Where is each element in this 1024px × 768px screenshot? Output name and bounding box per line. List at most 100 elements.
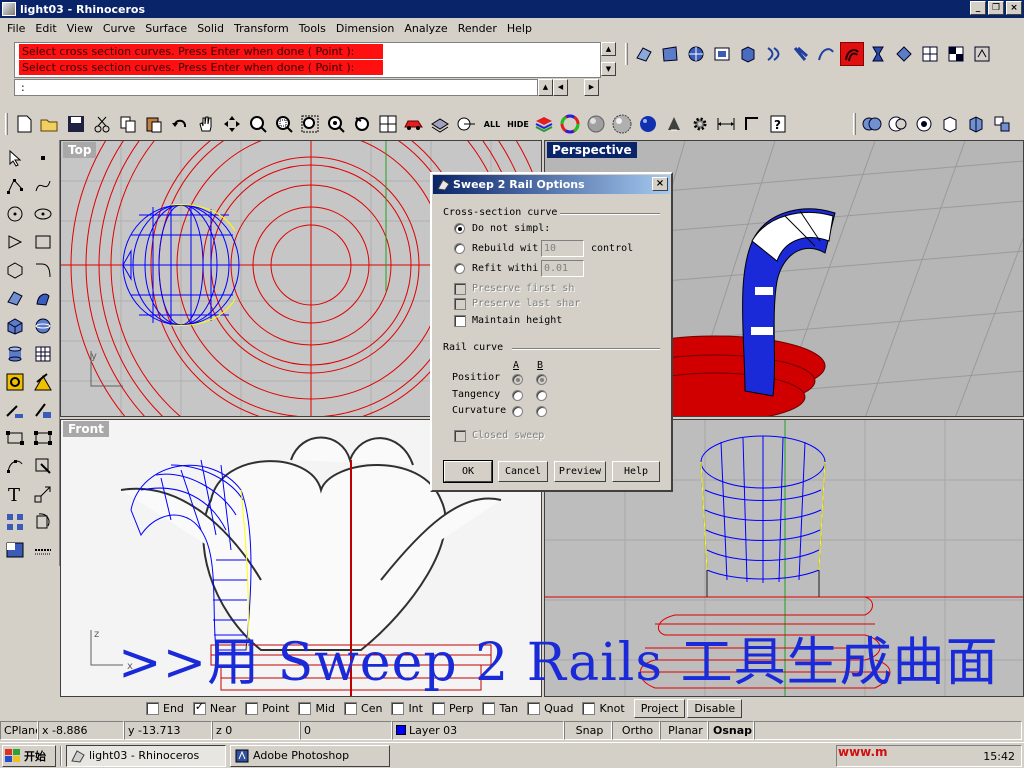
taskbar-photoshop[interactable]: Adobe Photoshop bbox=[230, 744, 390, 767]
osnap-point[interactable]: Point bbox=[245, 702, 289, 715]
osnap-cen-checkbox[interactable] bbox=[344, 702, 358, 715]
osnap-knot[interactable]: Knot bbox=[582, 702, 625, 715]
car-render-icon[interactable] bbox=[402, 112, 426, 136]
cut-icon[interactable] bbox=[90, 112, 114, 136]
curve-icon[interactable] bbox=[31, 174, 55, 198]
mesh-icon[interactable] bbox=[31, 342, 55, 366]
loft-icon[interactable] bbox=[762, 42, 786, 66]
menu-file[interactable]: File bbox=[2, 22, 30, 35]
boolean-intersection-icon[interactable] bbox=[912, 112, 936, 136]
cplane-indicator[interactable]: CPlane bbox=[0, 721, 38, 740]
save-file-icon[interactable] bbox=[64, 112, 88, 136]
menu-dimension[interactable]: Dimension bbox=[331, 22, 399, 35]
rotate-view-icon[interactable] bbox=[220, 112, 244, 136]
pan-hand-icon[interactable] bbox=[194, 112, 218, 136]
point-icon[interactable] bbox=[31, 146, 55, 170]
osnap-point-checkbox[interactable] bbox=[245, 702, 259, 715]
osnap-mid[interactable]: Mid bbox=[298, 702, 335, 715]
viewport-front-label[interactable]: Front bbox=[63, 421, 109, 437]
dialog-title-bar[interactable]: Sweep 2 Rail Options × bbox=[433, 175, 670, 194]
rectangle-icon[interactable] bbox=[31, 230, 55, 254]
restore-button[interactable]: ❐ bbox=[988, 1, 1004, 15]
rendered-sphere-icon[interactable] bbox=[610, 112, 634, 136]
spin-right-icon[interactable]: ▶ bbox=[584, 79, 599, 96]
polyline-icon[interactable] bbox=[3, 174, 27, 198]
scale-icon[interactable] bbox=[31, 482, 55, 506]
scroll-up-arrow-icon[interactable]: ▲ bbox=[601, 42, 616, 56]
menu-edit[interactable]: Edit bbox=[30, 22, 61, 35]
closed-sweep-checkbox[interactable] bbox=[454, 430, 466, 442]
revolve-icon[interactable] bbox=[788, 42, 812, 66]
paste-icon[interactable] bbox=[142, 112, 166, 136]
render-window-icon[interactable] bbox=[3, 538, 27, 562]
boolean-difference-icon[interactable] bbox=[886, 112, 910, 136]
heightfield-icon[interactable] bbox=[970, 42, 994, 66]
dotted-flyout-icon[interactable] bbox=[31, 538, 55, 562]
project-button[interactable]: Project bbox=[633, 699, 686, 718]
dialog-close-button[interactable]: × bbox=[652, 177, 668, 191]
select-arrow-icon[interactable] bbox=[3, 146, 27, 170]
points-on-icon[interactable] bbox=[3, 454, 27, 478]
start-button[interactable]: 开始 bbox=[2, 744, 56, 767]
dimension-icon[interactable] bbox=[714, 112, 738, 136]
extrude-surface-icon[interactable] bbox=[736, 42, 760, 66]
edit-points-icon[interactable] bbox=[31, 454, 55, 478]
drape-icon[interactable] bbox=[944, 42, 968, 66]
osnap-int-checkbox[interactable] bbox=[391, 702, 405, 715]
snap-point-icon[interactable] bbox=[3, 370, 27, 394]
refit-tolerance-field[interactable]: 0.01 bbox=[541, 260, 584, 277]
show-all-button[interactable]: ALL bbox=[480, 112, 504, 136]
menu-transform[interactable]: Transform bbox=[229, 22, 294, 35]
command-history-scrollbar[interactable]: ▲ ▼ bbox=[600, 42, 616, 78]
options-gear-icon[interactable] bbox=[688, 112, 712, 136]
osnap-quad-checkbox[interactable] bbox=[527, 702, 541, 715]
spin-up-icon[interactable]: ▲ bbox=[538, 79, 553, 96]
refit-within-radio[interactable] bbox=[454, 263, 465, 274]
osnap-quad[interactable]: Quad bbox=[527, 702, 573, 715]
cancel-button[interactable]: Cancel bbox=[498, 461, 548, 482]
osnap-knot-checkbox[interactable] bbox=[582, 702, 596, 715]
ortho-toggle[interactable]: Ortho bbox=[612, 721, 660, 740]
rail-a-position-radio[interactable] bbox=[512, 374, 523, 385]
array-icon[interactable] bbox=[3, 510, 27, 534]
menu-analyze[interactable]: Analyze bbox=[399, 22, 452, 35]
preserve-first-shape-checkbox[interactable] bbox=[454, 283, 466, 295]
boolean-union-icon[interactable] bbox=[860, 112, 884, 136]
osnap-mid-checkbox[interactable] bbox=[298, 702, 312, 715]
menu-help[interactable]: Help bbox=[502, 22, 537, 35]
disable-button[interactable]: Disable bbox=[687, 699, 743, 718]
light-icon[interactable] bbox=[662, 112, 686, 136]
help-button[interactable]: Help bbox=[612, 461, 660, 482]
osnap-near-checkbox[interactable] bbox=[192, 700, 206, 715]
join-icon[interactable] bbox=[3, 426, 27, 450]
osnap-perp[interactable]: Perp bbox=[431, 702, 473, 715]
osnap-end-checkbox[interactable] bbox=[146, 702, 159, 715]
group-icon[interactable] bbox=[31, 426, 55, 450]
rail-a-curvature-radio[interactable] bbox=[512, 406, 523, 417]
sweep-two-rails-icon[interactable] bbox=[840, 42, 864, 66]
text-icon[interactable]: T bbox=[3, 482, 27, 506]
rectangle-surface-icon[interactable] bbox=[710, 42, 734, 66]
menu-tools[interactable]: Tools bbox=[294, 22, 331, 35]
circle-icon[interactable] bbox=[3, 202, 27, 226]
osnap-cen[interactable]: Cen bbox=[344, 702, 382, 715]
ok-button[interactable]: OK bbox=[443, 460, 493, 483]
viewport-top-label[interactable]: Top bbox=[63, 142, 97, 158]
surface-from-points-icon[interactable] bbox=[632, 42, 656, 66]
menu-solid[interactable]: Solid bbox=[192, 22, 229, 35]
cylinder-icon[interactable] bbox=[3, 342, 27, 366]
transform-icon[interactable] bbox=[31, 370, 55, 394]
viewport-perspective-label[interactable]: Perspective bbox=[547, 142, 637, 158]
undo-view-icon[interactable] bbox=[350, 112, 374, 136]
preview-button[interactable]: Preview bbox=[554, 461, 606, 482]
fillet-curve-icon[interactable] bbox=[31, 258, 55, 282]
menu-surface[interactable]: Surface bbox=[140, 22, 192, 35]
color-wheel-icon[interactable] bbox=[558, 112, 582, 136]
osnap-perp-checkbox[interactable] bbox=[431, 702, 445, 715]
zoom-selected-icon[interactable] bbox=[324, 112, 348, 136]
undo-icon[interactable] bbox=[168, 112, 192, 136]
rail-b-curvature-radio[interactable] bbox=[536, 406, 547, 417]
patch-icon[interactable] bbox=[918, 42, 942, 66]
material-sphere-icon[interactable] bbox=[636, 112, 660, 136]
rotate-icon[interactable] bbox=[31, 510, 55, 534]
